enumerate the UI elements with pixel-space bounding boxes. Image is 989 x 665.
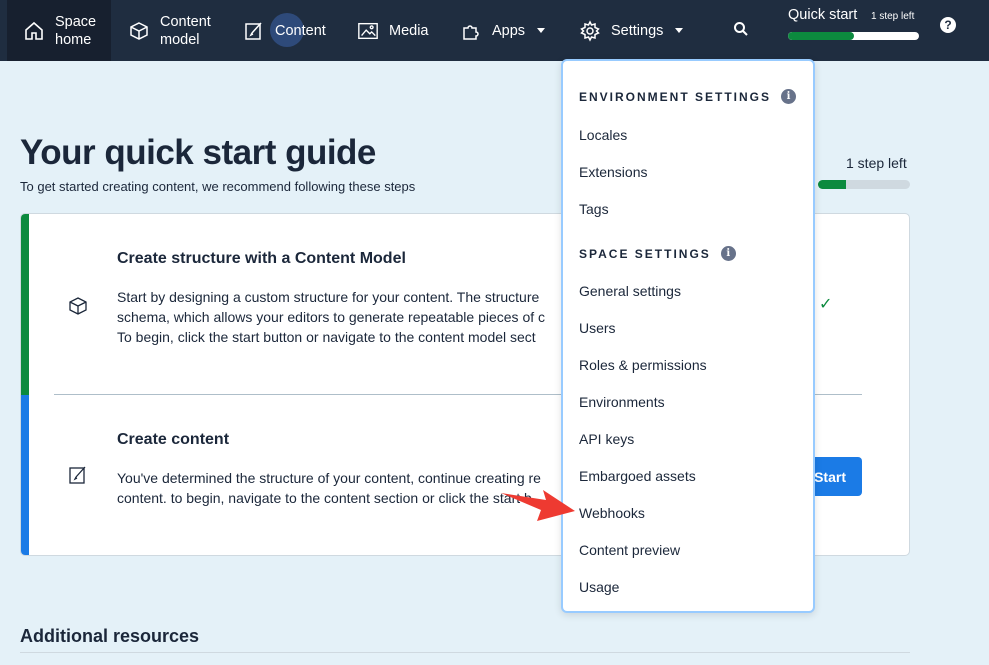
annotation-arrow-icon — [501, 490, 575, 521]
